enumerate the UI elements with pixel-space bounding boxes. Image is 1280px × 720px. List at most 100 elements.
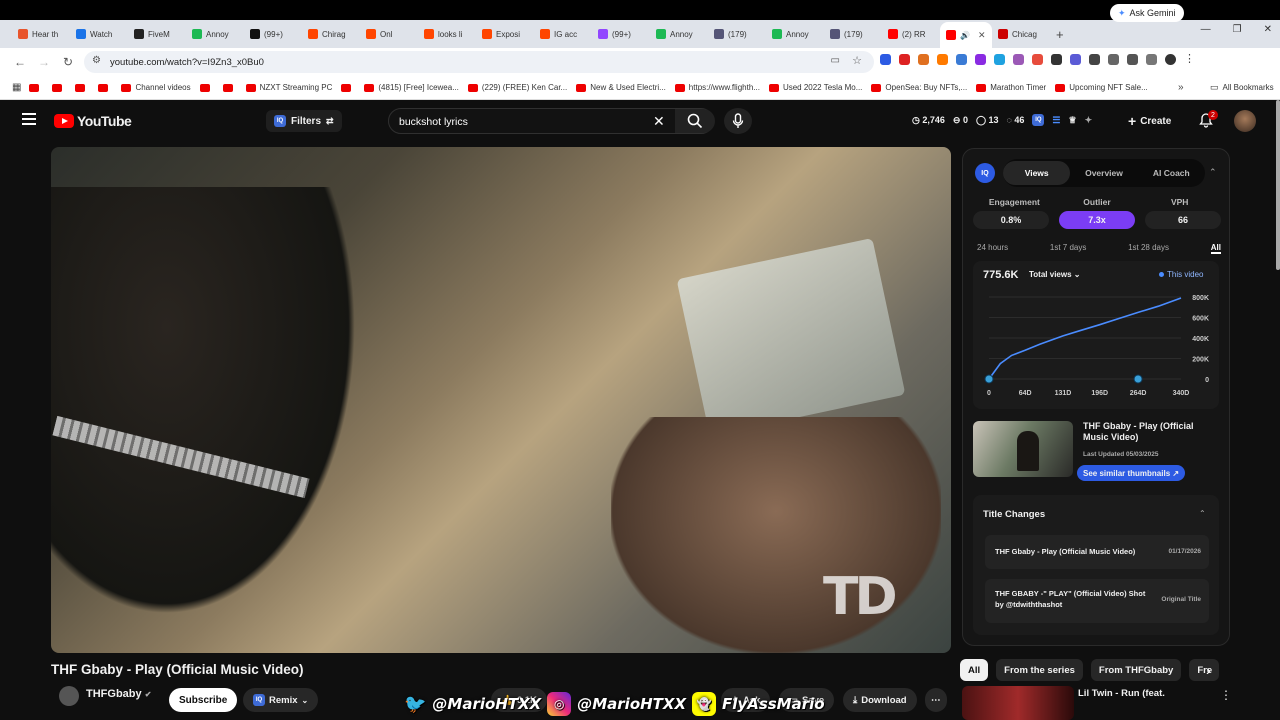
bookmark-item[interactable]: NZXT Streaming PC [245,83,332,92]
video-player[interactable]: TD [51,147,951,653]
chip-overflow[interactable]: Fre [1189,659,1220,681]
extension-icon[interactable] [937,54,948,65]
tab-overview[interactable]: Overview [1070,161,1137,185]
recommendation-title[interactable]: Lil Twin - Run (feat. [1078,688,1165,699]
youtube-logo[interactable]: YouTube [54,113,132,129]
puzzle-icon[interactable] [1108,54,1119,65]
upload-marker[interactable] [984,374,994,384]
browser-tab[interactable]: Exposi [476,23,534,45]
browser-tab[interactable]: looks li [418,23,476,45]
bookmark-item[interactable] [199,83,214,92]
url-field[interactable]: ⚙ youtube.com/watch?v=I9Zn3_x0Bu0 ▭ ☆ [84,51,874,73]
profile-icon[interactable] [1165,54,1176,65]
browser-tab[interactable]: FiveM [128,23,186,45]
tab-ai-coach[interactable]: AI Coach [1138,161,1205,185]
trophy-icon[interactable]: ♕ [1069,115,1077,126]
browser-tab[interactable]: (99+) [592,23,650,45]
page-scrollbar[interactable] [1276,100,1280,270]
browser-tab[interactable]: (179) [708,23,766,45]
bookmark-item[interactable]: New & Used Electri... [576,83,666,92]
see-similar-thumbnails-button[interactable]: See similar thumbnails ↗ [1077,465,1186,481]
chip-from-the-series[interactable]: From the series [996,659,1083,681]
extension-icon[interactable] [1051,54,1062,65]
browser-tab[interactable]: Onl [360,23,418,45]
browser-tab[interactable]: (2) RR [882,23,940,45]
recommendation-thumbnail[interactable] [962,686,1074,720]
download-button[interactable]: ⤓ Download [843,688,917,712]
extension-icon[interactable] [1089,54,1100,65]
extension-icon[interactable] [975,54,986,65]
bookmark-item[interactable] [341,83,355,92]
chip-from-channel[interactable]: From THFGbaby [1090,659,1182,681]
search-box[interactable]: buckshot lyrics ✕ [388,108,715,134]
channel-avatar[interactable] [59,686,79,706]
bookmark-item[interactable]: (229) (FREE) Ken Car... [467,83,567,92]
extension-icon[interactable] [1070,54,1081,65]
forward-icon[interactable]: → [32,55,56,69]
extension-icon[interactable] [918,54,929,65]
minimize-icon[interactable]: — [1201,24,1211,35]
bookmark-item[interactable]: Upcoming NFT Sale... [1055,83,1148,92]
tab-active[interactable]: 🔊 ✕ [940,22,992,48]
bookmark-item[interactable]: OpenSea: Buy NFTs,... [871,83,967,92]
upload-marker[interactable] [1133,374,1143,384]
browser-tab[interactable]: Annoy [766,23,824,45]
collapse-panel-icon[interactable]: ⌃ [1209,167,1217,178]
range-first-7-days[interactable]: 1st 7 days [1050,243,1086,254]
back-icon[interactable]: ← [8,55,32,69]
range-all[interactable]: All [1210,243,1221,254]
browser-tab[interactable]: (99+) [244,23,302,45]
bookmark-item[interactable]: Channel videos [121,83,191,92]
range-first-28-days[interactable]: 1st 28 days [1128,243,1169,254]
bookmark-item[interactable] [222,83,237,92]
extension-icon[interactable] [899,54,910,65]
bookmark-item[interactable]: (4815) [Free] Icewea... [364,83,459,92]
bookmark-item[interactable] [29,83,43,92]
extension-icon[interactable] [1013,54,1024,65]
more-actions-button[interactable]: ⋯ [925,688,947,712]
bookmark-item[interactable]: Used 2022 Tesla Mo... [768,83,862,92]
extension-icon[interactable] [1146,54,1157,65]
bookmark-item[interactable]: Marathon Timer [976,83,1046,92]
bookmark-item[interactable]: https://www.flighth... [674,83,760,92]
bookmark-item[interactable] [98,83,112,92]
recommendation-more-icon[interactable]: ⋮ [1220,688,1232,702]
bookmarks-overflow-icon[interactable]: » [1178,82,1184,93]
browser-tab[interactable]: Chirag [302,23,360,45]
extension-icon[interactable] [994,54,1005,65]
list-icon[interactable]: ☰ [1052,115,1060,126]
all-bookmarks-button[interactable]: ▭ All Bookmarks [1210,82,1274,93]
site-info-icon[interactable]: ⚙ [92,55,101,66]
sparkle-icon[interactable]: ✦ [1085,115,1093,126]
close-tab-icon[interactable]: ✕ [978,30,986,41]
browser-tab[interactable]: IG acc [534,23,592,45]
bookmark-star-icon[interactable]: ☆ [852,54,862,67]
audio-icon[interactable]: 🔊 [960,31,970,40]
extension-icon[interactable] [1032,54,1043,65]
ask-gemini-button[interactable]: ✦ Ask Gemini [1110,4,1184,22]
extension-icon[interactable] [956,54,967,65]
clear-search-icon[interactable]: ✕ [653,113,665,130]
vidiq-badge-icon[interactable]: IQ [1032,114,1045,126]
vidiq-logo[interactable]: IQ [975,163,995,183]
search-input[interactable]: buckshot lyrics [399,116,468,128]
subscribe-button[interactable]: Subscribe [169,688,238,712]
new-tab-icon[interactable]: + [1056,27,1064,42]
create-button[interactable]: + Create [1128,110,1171,132]
filters-button[interactable]: IQ Filters ⇄ [266,110,342,132]
search-button[interactable] [675,109,715,133]
account-avatar[interactable] [1234,110,1256,132]
chevron-right-icon[interactable]: › [1206,662,1211,678]
tab-views[interactable]: Views [1003,161,1071,185]
video-thumbnail[interactable] [973,421,1073,477]
menu-icon[interactable] [22,113,36,125]
close-window-icon[interactable]: ✕ [1264,24,1272,35]
restore-icon[interactable]: ❐ [1233,24,1242,35]
menu-kebab-icon[interactable]: ⋮ [1184,54,1195,65]
bookmark-item[interactable] [75,83,89,92]
collapse-icon[interactable]: ⌃ [1199,509,1206,518]
bookmark-item[interactable] [52,83,66,92]
channel-name[interactable]: THFGbaby ✔ [86,688,151,700]
browser-tab[interactable]: Annoy [186,23,244,45]
install-icon[interactable]: ▭ [831,55,840,66]
